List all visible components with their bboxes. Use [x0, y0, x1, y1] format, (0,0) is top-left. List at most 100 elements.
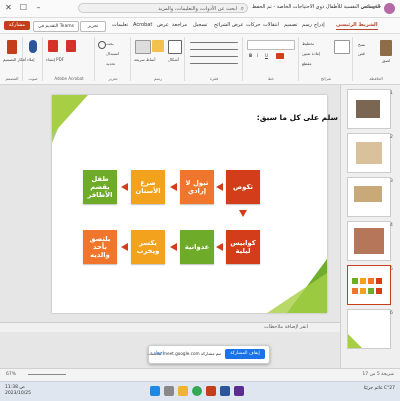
arrow-left-3: [121, 183, 128, 191]
replace-label[interactable]: استبدال: [106, 51, 119, 56]
tab-acrobat[interactable]: Acrobat: [133, 22, 152, 28]
bullets-icon[interactable]: [190, 49, 238, 50]
slide-thumbnail[interactable]: [347, 177, 391, 217]
powerpoint-icon[interactable]: [206, 386, 216, 396]
search-placeholder: ابحث عن الأدوات، والتعليمات، والمزيد: [158, 6, 237, 12]
slide-number: 2: [390, 135, 393, 140]
weather-widget[interactable]: C°27 غائم جزئيًا: [364, 386, 395, 391]
diagram-box-regression[interactable]: تكوص: [226, 170, 260, 204]
diagram-box-clinging[interactable]: يلتصق بأحد والديه: [83, 230, 117, 264]
cut-button[interactable]: قص: [358, 51, 365, 56]
slide-decoration-bottom-right-2: [267, 273, 327, 313]
designer-icon[interactable]: [7, 40, 17, 54]
slide-thumbnail[interactable]: [347, 133, 391, 173]
file-explorer-icon[interactable]: [178, 386, 188, 396]
tab-view[interactable]: عرض: [157, 22, 169, 28]
diagram-box-destruction[interactable]: يكسر ويخرب: [131, 230, 165, 264]
thumbnail-image: [356, 100, 380, 118]
pdf-icon[interactable]: [48, 40, 58, 52]
system-clock[interactable]: 11:38 ص 2023/10/25: [5, 385, 31, 397]
diagram-box-bedwetting[interactable]: تبول لا إرادي: [180, 170, 214, 204]
arrange-icon[interactable]: [152, 40, 164, 52]
status-bar: شريحة 5 من 17 67%: [0, 368, 400, 381]
find-label[interactable]: بحث: [106, 41, 114, 46]
underline-button[interactable]: U: [265, 53, 268, 58]
search-input[interactable]: ⌕ ابحث عن الأدوات، والتعليمات، والمزيد: [78, 3, 248, 13]
reset-label[interactable]: إعادة تعيين: [302, 51, 320, 56]
present-in-teams-button[interactable]: التقديم في Teams: [33, 21, 79, 32]
chrome-icon[interactable]: [192, 386, 202, 396]
edit-mode-button[interactable]: تحرير: [80, 21, 106, 32]
slide-thumbnail-selected[interactable]: [347, 265, 391, 305]
maximize-icon[interactable]: ☐: [18, 2, 29, 13]
share-button[interactable]: مشاركة: [4, 21, 30, 30]
bold-button[interactable]: B: [249, 53, 252, 58]
notes-placeholder: انقر لإضافة ملاحظات: [263, 324, 308, 330]
tab-slideshow[interactable]: عرض الشرائح: [214, 22, 244, 28]
slide-thumbnail[interactable]: [347, 309, 391, 349]
drawing-group-label: رسم: [154, 76, 162, 81]
clipboard-group: لصق نسخ قص الحافظة: [354, 37, 398, 81]
diagram-box-nail-biting[interactable]: طفل يقضم الأظافر: [83, 170, 117, 204]
teams-icon[interactable]: [234, 386, 244, 396]
create-pdf-label: إنشاء PDF: [46, 57, 64, 62]
slide-title[interactable]: سلم على كل ما سبق:: [257, 113, 338, 122]
slide-number: 3: [390, 179, 393, 184]
word-icon[interactable]: [220, 386, 230, 396]
diagram-box-aggression[interactable]: عدوانية: [180, 230, 214, 264]
minimize-icon[interactable]: –: [33, 2, 44, 13]
paste-icon[interactable]: [380, 40, 392, 56]
tab-help[interactable]: تعليمات: [112, 22, 128, 28]
thumbnail-box: [352, 288, 358, 294]
new-slide-icon[interactable]: [334, 40, 350, 54]
microphone-icon[interactable]: [29, 40, 37, 53]
shapes-icon[interactable]: [168, 40, 182, 54]
tab-animations[interactable]: حركات: [246, 22, 260, 28]
tab-review[interactable]: مراجعة: [172, 22, 187, 28]
font-name-select[interactable]: [247, 40, 295, 50]
tab-design[interactable]: تصميم: [284, 22, 297, 28]
designer-group-label: المصمم: [5, 76, 19, 81]
title-bar: ✕ ☐ – ⌕ ابحث عن الأدوات، والتعليمات، وال…: [0, 0, 400, 18]
tab-transitions[interactable]: انتقالات: [263, 22, 279, 28]
diagram-box-teeth-grinding[interactable]: صرع الأسنان: [131, 170, 165, 204]
hide-notification-button[interactable]: إخفاء: [154, 351, 164, 356]
diagram-box-nightmares[interactable]: كوابيس ليلية: [226, 230, 260, 264]
share-pdf-icon[interactable]: [66, 40, 76, 52]
align-lines-icon: [190, 42, 238, 43]
tab-home[interactable]: الشريط الرئيسي: [336, 22, 378, 30]
slide-number: 4: [390, 223, 393, 228]
tab-draw[interactable]: رسم: [302, 22, 312, 28]
zoom-level[interactable]: 67%: [6, 372, 16, 377]
start-icon[interactable]: [150, 386, 160, 396]
thumbnail-image: [354, 186, 382, 202]
slide-thumbnail[interactable]: [347, 89, 391, 129]
quick-styles-icon[interactable]: [135, 40, 151, 54]
tab-record[interactable]: تسجيل: [193, 22, 207, 28]
slide-number: 6: [390, 311, 393, 316]
thumbnail-box: [352, 278, 358, 284]
stop-sharing-button[interactable]: إيقاف المشاركة: [225, 349, 265, 359]
thumbnail-decoration: [348, 334, 362, 348]
avatar[interactable]: [384, 3, 395, 14]
search-taskbar-icon[interactable]: [164, 386, 174, 396]
font-color-icon[interactable]: [276, 53, 284, 59]
copy-button[interactable]: نسخ: [358, 42, 365, 47]
italic-button[interactable]: I: [257, 53, 258, 58]
select-label[interactable]: تحديد: [106, 61, 115, 66]
current-slide[interactable]: [52, 95, 327, 313]
find-icon: [98, 41, 106, 49]
close-icon[interactable]: ✕: [3, 2, 14, 13]
notes-pane[interactable]: انقر لإضافة ملاحظات: [0, 322, 340, 332]
adobe-group: إنشاء PDF Adobe Acrobat: [44, 37, 95, 81]
section-label[interactable]: مقطع: [302, 61, 312, 66]
tab-insert[interactable]: إدراج: [314, 22, 325, 28]
slide-decoration-top-left-2: [52, 95, 88, 135]
zoom-slider[interactable]: [28, 374, 66, 375]
window-controls: ✕ ☐ –: [3, 2, 44, 13]
numbering-icon[interactable]: [190, 56, 238, 57]
layout-label[interactable]: تخطيط: [302, 41, 314, 46]
text-direction-icon[interactable]: [190, 63, 238, 64]
thumbnail-box: [360, 288, 366, 294]
slide-thumbnail[interactable]: [347, 221, 391, 261]
